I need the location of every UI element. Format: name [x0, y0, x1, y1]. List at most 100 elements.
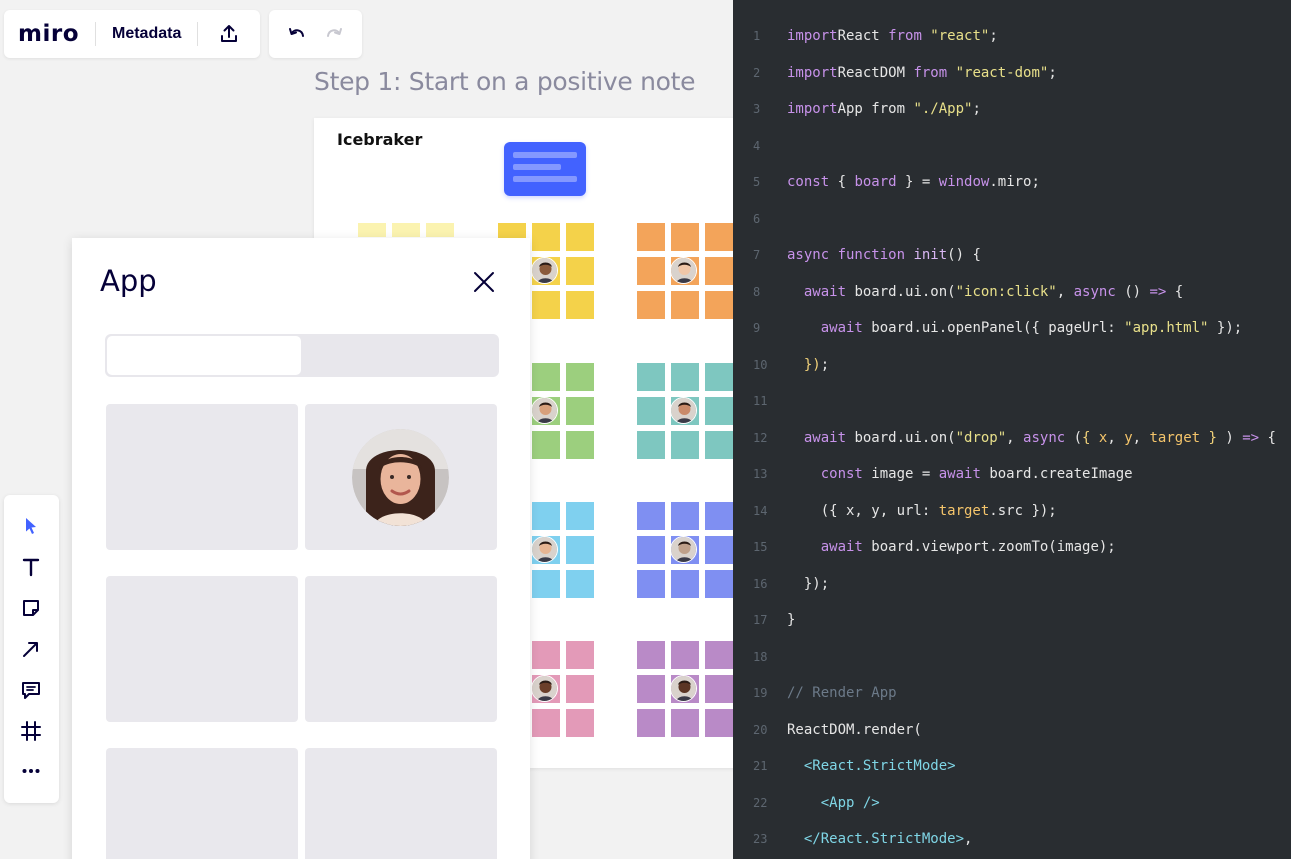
participant-avatar[interactable]	[670, 257, 697, 284]
sticky-note[interactable]	[566, 536, 594, 564]
sticky-note[interactable]	[637, 397, 665, 425]
code-line: 19 // Render App	[733, 683, 1291, 703]
sticky-note[interactable]	[532, 570, 560, 598]
sticky-note[interactable]	[637, 536, 665, 564]
sticky-note[interactable]	[637, 363, 665, 391]
sticky-note[interactable]	[358, 223, 386, 237]
participant-avatar[interactable]	[670, 397, 697, 424]
sticky-note[interactable]	[637, 257, 665, 285]
sticky-note-icon[interactable]	[16, 593, 46, 623]
code-line: 1 importReact from "react";	[733, 26, 1291, 46]
sticky-note[interactable]	[532, 641, 560, 669]
sticky-note[interactable]	[671, 363, 699, 391]
sticky-note[interactable]	[705, 257, 733, 285]
sticky-note[interactable]	[705, 675, 733, 703]
sticky-note[interactable]	[532, 502, 560, 530]
line-number: 6	[753, 211, 761, 226]
sticky-note[interactable]	[426, 223, 454, 237]
sticky-note[interactable]	[532, 709, 560, 737]
image-tile[interactable]	[106, 748, 298, 859]
sticky-note[interactable]	[705, 397, 733, 425]
sticky-note[interactable]	[671, 502, 699, 530]
upload-icon[interactable]	[214, 19, 244, 49]
sticky-note[interactable]	[532, 223, 560, 251]
sticky-note[interactable]	[566, 431, 594, 459]
line-number: 22	[753, 795, 768, 810]
sticky-note[interactable]	[566, 397, 594, 425]
code-text: importApp from "./App";	[787, 101, 981, 117]
frame-icon[interactable]	[16, 716, 46, 746]
code-text: importReactDOM from "react-dom";	[787, 64, 1057, 81]
sticky-note[interactable]	[566, 502, 594, 530]
sticky-note[interactable]	[637, 641, 665, 669]
sticky-note[interactable]	[566, 223, 594, 251]
sticky-note[interactable]	[637, 431, 665, 459]
woman-portrait[interactable]	[352, 429, 449, 526]
image-tile[interactable]	[106, 404, 298, 550]
text-icon[interactable]	[16, 552, 46, 582]
sticky-note[interactable]	[566, 257, 594, 285]
participant-avatar[interactable]	[531, 397, 558, 424]
sticky-note[interactable]	[671, 570, 699, 598]
sticky-note[interactable]	[705, 363, 733, 391]
board-name[interactable]: Metadata	[112, 25, 181, 43]
undo-icon[interactable]	[282, 19, 312, 49]
participant-avatar[interactable]	[670, 675, 697, 702]
participant-avatar[interactable]	[531, 257, 558, 284]
code-text: const { board } = window.miro;	[787, 174, 1040, 190]
sticky-note[interactable]	[637, 502, 665, 530]
image-tile[interactable]	[305, 404, 497, 550]
code-line: 15 await board.viewport.zoomTo(image);	[733, 537, 1291, 557]
sticky-note[interactable]	[671, 291, 699, 319]
sticky-note[interactable]	[705, 709, 733, 737]
blue-card[interactable]	[504, 142, 586, 196]
search-input[interactable]	[107, 336, 301, 375]
arrow-icon[interactable]	[16, 634, 46, 664]
code-line: 9 await board.ui.openPanel({ pageUrl: "a…	[733, 318, 1291, 338]
redo-icon[interactable]	[319, 19, 349, 49]
sticky-note[interactable]	[671, 641, 699, 669]
miro-logo[interactable]: miro	[18, 21, 79, 47]
more-icon[interactable]	[16, 756, 46, 786]
sticky-note[interactable]	[671, 223, 699, 251]
code-editor[interactable]: 1 importReact from "react"; 2 importReactDO…	[733, 0, 1291, 859]
participant-avatar[interactable]	[531, 536, 558, 563]
sticky-note[interactable]	[705, 570, 733, 598]
sticky-note[interactable]	[705, 223, 733, 251]
sticky-note[interactable]	[566, 709, 594, 737]
undo-redo-group	[269, 10, 362, 58]
line-number: 17	[753, 613, 768, 627]
sticky-note[interactable]	[637, 675, 665, 703]
sticky-note[interactable]	[705, 291, 733, 319]
image-tile[interactable]	[305, 748, 497, 859]
sticky-note[interactable]	[705, 431, 733, 459]
comment-icon[interactable]	[16, 675, 46, 705]
sticky-note[interactable]	[532, 363, 560, 391]
line-number: 3	[753, 102, 761, 116]
sticky-note[interactable]	[392, 223, 420, 237]
sticky-note[interactable]	[566, 363, 594, 391]
close-icon[interactable]	[468, 266, 500, 298]
image-tile[interactable]	[305, 576, 497, 722]
sticky-note[interactable]	[566, 291, 594, 319]
sticky-note[interactable]	[637, 570, 665, 598]
image-tile[interactable]	[106, 576, 298, 722]
sticky-note[interactable]	[566, 570, 594, 598]
sticky-note[interactable]	[705, 502, 733, 530]
sticky-note[interactable]	[671, 709, 699, 737]
sticky-note[interactable]	[705, 641, 733, 669]
sticky-note[interactable]	[705, 536, 733, 564]
sticky-note[interactable]	[637, 709, 665, 737]
sticky-note[interactable]	[637, 223, 665, 251]
participant-avatar[interactable]	[670, 536, 697, 563]
sticky-note[interactable]	[637, 291, 665, 319]
sticky-note[interactable]	[671, 431, 699, 459]
sticky-note[interactable]	[532, 291, 560, 319]
sticky-note[interactable]	[566, 675, 594, 703]
cursor-icon[interactable]	[16, 511, 46, 541]
sticky-note[interactable]	[532, 431, 560, 459]
code-line: 5 const { board } = window.miro;	[733, 172, 1291, 192]
line-number: 21	[753, 759, 768, 773]
participant-avatar[interactable]	[531, 675, 558, 702]
sticky-note[interactable]	[566, 641, 594, 669]
